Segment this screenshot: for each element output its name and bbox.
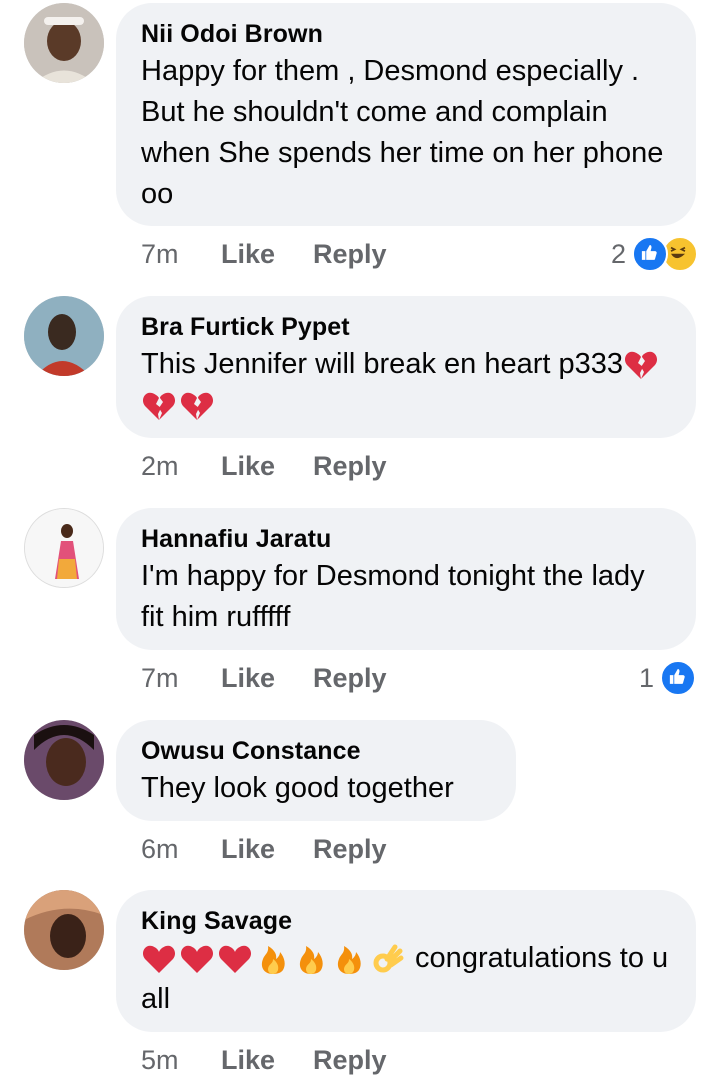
comment-bubble: Bra Furtick Pypet This Jennifer will bre… (116, 296, 696, 438)
like-button[interactable]: Like (221, 451, 313, 482)
author-name[interactable]: Hannafiu Jaratu (141, 524, 670, 554)
comment-bubble: Hannafiu Jaratu I'm happy for Desmond to… (116, 508, 696, 650)
fire-icon (293, 941, 329, 977)
author-name[interactable]: Nii Odoi Brown (141, 19, 670, 49)
broken-heart-icon (623, 347, 659, 383)
ok-hand-icon (369, 941, 405, 977)
broken-heart-icon (179, 388, 215, 424)
reaction-summary[interactable]: 1 (639, 658, 696, 698)
avatar[interactable] (24, 890, 104, 970)
avatar[interactable] (24, 3, 104, 83)
author-name[interactable]: King Savage (141, 906, 670, 936)
avatar[interactable] (24, 720, 104, 800)
timestamp[interactable]: 6m (141, 834, 221, 865)
avatar[interactable] (24, 296, 104, 376)
comment-actions: 7m Like Reply (141, 234, 387, 274)
timestamp[interactable]: 7m (141, 663, 221, 694)
comment-text-line: This Jennifer will break en heart p333 (141, 344, 670, 426)
reply-button[interactable]: Reply (313, 663, 387, 694)
comment-text: This Jennifer will break en heart p333 (141, 348, 623, 380)
comment-text: Happy for them , Desmond especially . Bu… (141, 55, 664, 210)
red-heart-icon (141, 941, 177, 977)
like-icon (660, 660, 696, 696)
comment-actions: 5m Like Reply (141, 1040, 387, 1080)
red-heart-icon (179, 941, 215, 977)
reaction-summary[interactable]: 2 (611, 234, 698, 274)
like-icon (632, 236, 668, 272)
broken-heart-icon (141, 388, 177, 424)
like-button[interactable]: Like (221, 239, 313, 270)
comment-actions: 7m Like Reply (141, 658, 387, 698)
reply-button[interactable]: Reply (313, 239, 387, 270)
fire-icon (255, 941, 291, 977)
comment-text-line: congratulations to u all (141, 938, 670, 1020)
avatar[interactable] (24, 508, 104, 588)
reply-button[interactable]: Reply (313, 1045, 387, 1076)
comment-bubble: King Savage congratulations to u all (116, 890, 696, 1032)
like-button[interactable]: Like (221, 1045, 313, 1076)
comment-bubble: Owusu Constance They look good together (116, 720, 516, 821)
red-heart-icon (217, 941, 253, 977)
timestamp[interactable]: 2m (141, 451, 221, 482)
author-name[interactable]: Bra Furtick Pypet (141, 312, 670, 342)
comment-text: I'm happy for Desmond tonight the lady f… (141, 560, 645, 633)
author-name[interactable]: Owusu Constance (141, 736, 490, 766)
comment-actions: 6m Like Reply (141, 829, 387, 869)
fire-icon (331, 941, 367, 977)
comment-actions: 2m Like Reply (141, 446, 387, 486)
timestamp[interactable]: 7m (141, 239, 221, 270)
comment-bubble: Nii Odoi Brown Happy for them , Desmond … (116, 3, 696, 226)
like-button[interactable]: Like (221, 663, 313, 694)
reply-button[interactable]: Reply (313, 451, 387, 482)
comment-text: They look good together (141, 772, 454, 804)
like-button[interactable]: Like (221, 834, 313, 865)
reply-button[interactable]: Reply (313, 834, 387, 865)
reaction-count: 1 (638, 662, 654, 693)
timestamp[interactable]: 5m (141, 1045, 221, 1076)
reaction-count: 2 (610, 238, 626, 269)
